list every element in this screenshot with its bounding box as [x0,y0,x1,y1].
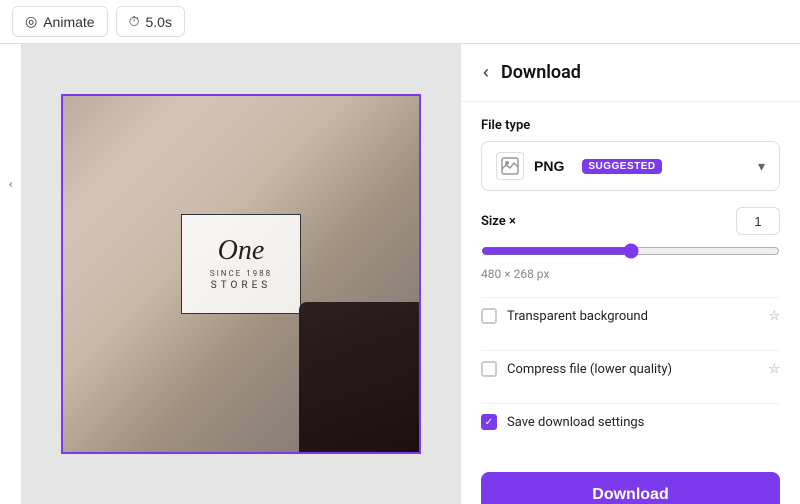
size-info: 480 × 268 px [481,267,780,281]
panel-content: File type PNG SUGGESTED ▾ [461,102,800,456]
canvas-area: One SINCE 1988 STORES [22,44,460,504]
canvas-frame: One SINCE 1988 STORES [61,94,421,454]
size-input[interactable] [736,207,780,235]
save-settings-left: ✓ Save download settings [481,414,644,430]
panel-back-button[interactable]: ‹ [481,60,491,85]
logo-since: SINCE 1988 [210,269,272,278]
transparent-bg-checkbox[interactable] [481,308,497,324]
dark-figure [299,302,419,452]
transparent-bg-left: Transparent background [481,308,648,324]
left-sidebar: ‹ [0,44,22,504]
sidebar-toggle[interactable]: ‹ [3,172,19,196]
file-type-section: File type PNG SUGGESTED ▾ [481,118,780,191]
back-icon: ‹ [483,62,489,83]
file-type-name: PNG [534,158,564,174]
logo-stores: STORES [211,280,271,291]
suggested-badge: SUGGESTED [582,159,661,174]
animate-label: Animate [43,14,94,30]
animate-icon: ◎ [25,13,37,30]
main-area: ‹ One SINCE 1988 STORES ‹ Download File … [0,44,800,504]
compress-left: Compress file (lower quality) [481,361,672,377]
slider-container [481,243,780,263]
compress-label: Compress file (lower quality) [507,362,672,377]
download-button[interactable]: Download [481,472,780,504]
transparent-bg-row: Transparent background ⛦ [481,297,780,334]
panel-footer: Download [461,456,800,504]
download-panel: ‹ Download File type [460,44,800,504]
size-row: Size × [481,207,780,235]
chevron-down-icon: ▾ [758,158,765,175]
file-type-label: File type [481,118,780,133]
size-slider[interactable] [481,243,780,259]
logo-overlay: One SINCE 1988 STORES [181,214,301,314]
duration-button[interactable]: ⏱ 5.0s [116,6,185,37]
compress-info-icon[interactable]: ⛦ [769,361,780,377]
size-section: Size × 480 × 268 px [481,207,780,281]
logo-script: One [218,237,265,265]
file-type-left: PNG SUGGESTED [496,152,662,180]
animate-button[interactable]: ◎ Animate [12,6,108,37]
file-type-dropdown[interactable]: PNG SUGGESTED ▾ [481,141,780,191]
save-settings-row: ✓ Save download settings [481,403,780,440]
compress-row: Compress file (lower quality) ⛦ [481,350,780,387]
transparent-bg-info-icon[interactable]: ⛦ [769,308,780,324]
duration-label: 5.0s [146,14,172,30]
panel-title: Download [501,62,581,83]
transparent-bg-label: Transparent background [507,309,648,324]
toolbar: ◎ Animate ⏱ 5.0s [0,0,800,44]
file-type-icon [496,152,524,180]
save-settings-checkbox[interactable]: ✓ [481,414,497,430]
size-dimensions: 480 × 268 px [481,267,549,281]
compress-checkbox[interactable] [481,361,497,377]
clock-icon: ⏱ [129,13,140,30]
save-settings-label: Save download settings [507,415,644,430]
panel-header: ‹ Download [461,44,800,102]
size-label: Size × [481,214,516,229]
